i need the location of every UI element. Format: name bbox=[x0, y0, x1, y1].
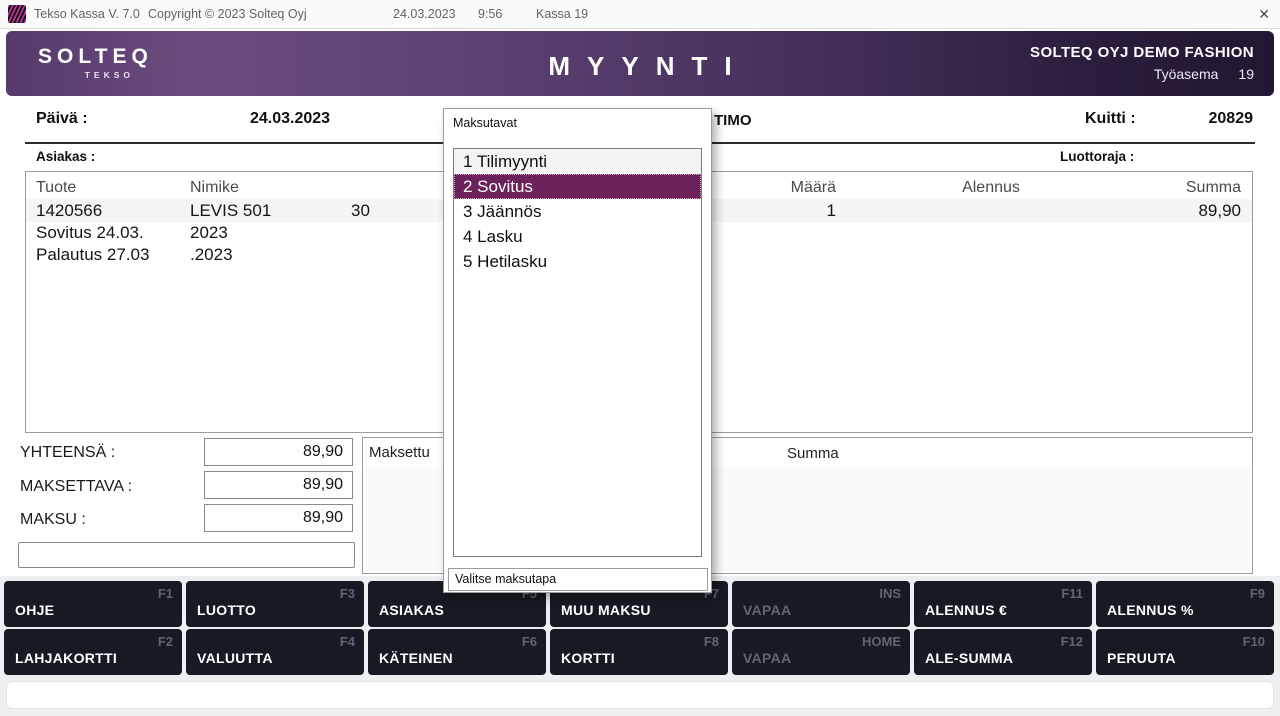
fkey-button-valuutta[interactable]: VALUUTTA F4 bbox=[186, 629, 364, 675]
total-label: YHTEENSÄ : bbox=[20, 444, 115, 462]
button-label: ALENNUS % bbox=[1107, 602, 1194, 618]
payment-method-list[interactable]: 1 Tilimyynti2 Sovitus3 Jäännös4 Lasku5 H… bbox=[453, 148, 702, 557]
logo-subtext: TEKSO bbox=[38, 70, 138, 80]
button-shortcut: F12 bbox=[1061, 634, 1083, 649]
table-row-tuote: 1420566 bbox=[36, 199, 102, 222]
logo-text: SOLTEQ bbox=[38, 45, 138, 69]
button-shortcut: F6 bbox=[522, 634, 537, 649]
button-shortcut: HOME bbox=[862, 634, 901, 649]
app-icon bbox=[8, 5, 26, 23]
button-label: VALUUTTA bbox=[197, 650, 273, 666]
customer-label: Asiakas : bbox=[36, 149, 95, 164]
workstation-info: Työasema 19 bbox=[1030, 66, 1254, 82]
app-title: Tekso Kassa V. 7.0 bbox=[34, 0, 140, 29]
button-shortcut: F8 bbox=[704, 634, 719, 649]
table-row-tuote: Sovitus 24.03. bbox=[36, 221, 144, 244]
button-label: OHJE bbox=[15, 602, 54, 618]
app-header: SOLTEQ TEKSO MYYNTI SOLTEQ OYJ DEMO FASH… bbox=[6, 31, 1274, 96]
button-shortcut: INS bbox=[879, 586, 901, 601]
date-label: Päivä : bbox=[36, 110, 88, 128]
button-label: KÄTEINEN bbox=[379, 650, 453, 666]
button-label: LAHJAKORTTI bbox=[15, 650, 117, 666]
paid-label: Maksettu bbox=[369, 444, 430, 461]
button-shortcut: F1 bbox=[158, 586, 173, 601]
table-row-nimike: 2023 bbox=[190, 221, 228, 244]
total-value-box[interactable]: 89,90 bbox=[204, 471, 353, 499]
pos-application-window: Tekso Kassa V. 7.0 Copyright © 2023 Solt… bbox=[0, 0, 1280, 716]
button-shortcut: F4 bbox=[340, 634, 355, 649]
workstation-number: 19 bbox=[1238, 66, 1254, 82]
total-value-box[interactable]: 89,90 bbox=[204, 438, 353, 466]
solteq-logo: SOLTEQ TEKSO bbox=[38, 45, 138, 80]
fkey-button-vapaa: VAPAA HOME bbox=[732, 629, 910, 675]
window-titlebar: Tekso Kassa V. 7.0 Copyright © 2023 Solt… bbox=[0, 0, 1280, 29]
button-shortcut: F9 bbox=[1250, 586, 1265, 601]
store-name: SOLTEQ OYJ DEMO FASHION bbox=[1030, 44, 1254, 61]
dialog-title: Maksutavat bbox=[453, 116, 517, 130]
close-icon[interactable]: ✕ bbox=[1258, 0, 1270, 29]
payment-methods-dialog: Maksutavat 1 Tilimyynti2 Sovitus3 Jäännö… bbox=[443, 108, 712, 593]
table-header-row-alennus: Alennus bbox=[901, 176, 1081, 199]
entry-input[interactable] bbox=[18, 542, 355, 568]
button-label: VAPAA bbox=[743, 602, 791, 618]
receipt-number: 20829 bbox=[1209, 110, 1254, 128]
total-label: MAKSETTAVA : bbox=[20, 478, 132, 496]
fkey-button-luotto[interactable]: LUOTTO F3 bbox=[186, 581, 364, 627]
button-shortcut: F10 bbox=[1243, 634, 1265, 649]
table-row-tuote: Palautus 27.03 bbox=[36, 243, 149, 266]
button-shortcut: F2 bbox=[158, 634, 173, 649]
button-shortcut: F3 bbox=[340, 586, 355, 601]
table-row-summa: 89,90 bbox=[1084, 199, 1241, 222]
payment-method-item[interactable]: 5 Hetilasku bbox=[454, 249, 701, 274]
payment-method-item[interactable]: 3 Jäännös bbox=[454, 199, 701, 224]
fkey-button-lahjakortti[interactable]: LAHJAKORTTI F2 bbox=[4, 629, 182, 675]
fkey-button-k-teinen[interactable]: KÄTEINEN F6 bbox=[368, 629, 546, 675]
store-info: SOLTEQ OYJ DEMO FASHION Työasema 19 bbox=[1030, 44, 1254, 82]
workstation-label: Työasema bbox=[1154, 66, 1219, 82]
fkey-button-alennus-[interactable]: ALENNUS % F9 bbox=[1096, 581, 1274, 627]
total-label: MAKSU : bbox=[20, 511, 86, 529]
function-key-bar: OHJEF1LUOTTOF3ASIAKASF5MUU MAKSUF7VAPAAI… bbox=[0, 576, 1280, 716]
table-row-nimike: .2023 bbox=[190, 243, 233, 266]
receipt-label: Kuitti : bbox=[1085, 110, 1136, 128]
register-number: Kassa 19 bbox=[536, 0, 588, 29]
paid-summa-header: Summa bbox=[787, 445, 839, 462]
fkey-button-ale-summa[interactable]: ALE-SUMMA F12 bbox=[914, 629, 1092, 675]
function-keys-grid: OHJEF1LUOTTOF3ASIAKASF5MUU MAKSUF7VAPAAI… bbox=[4, 581, 1274, 675]
table-header-row-tuote: Tuote bbox=[36, 176, 76, 199]
button-label: VAPAA bbox=[743, 650, 791, 666]
payment-method-item[interactable]: 1 Tilimyynti bbox=[454, 149, 701, 174]
copyright-text: Copyright © 2023 Solteq Oyj bbox=[148, 0, 307, 29]
button-label: PERUUTA bbox=[1107, 650, 1176, 666]
fkey-button-alennus-[interactable]: ALENNUS € F11 bbox=[914, 581, 1092, 627]
titlebar-time: 9:56 bbox=[478, 0, 502, 29]
total-value-box[interactable]: 89,90 bbox=[204, 504, 353, 532]
table-row-nimike: LEVIS 501 bbox=[190, 199, 271, 222]
command-input[interactable] bbox=[6, 681, 1274, 709]
page-title: MYYNTI bbox=[531, 51, 748, 82]
payment-method-item[interactable]: 2 Sovitus bbox=[454, 174, 701, 199]
fkey-button-ohje[interactable]: OHJE F1 bbox=[4, 581, 182, 627]
table-header-row-nimike: Nimike bbox=[190, 176, 239, 199]
button-label: MUU MAKSU bbox=[561, 602, 651, 618]
date-value: 24.03.2023 bbox=[250, 110, 330, 128]
button-label: ALENNUS € bbox=[925, 602, 1007, 618]
titlebar-date: 24.03.2023 bbox=[393, 0, 456, 29]
fkey-button-kortti[interactable]: KORTTI F8 bbox=[550, 629, 728, 675]
button-label: ALE-SUMMA bbox=[925, 650, 1013, 666]
button-shortcut: F11 bbox=[1061, 586, 1083, 601]
fkey-button-vapaa: VAPAA INS bbox=[732, 581, 910, 627]
payment-method-item[interactable]: 4 Lasku bbox=[454, 224, 701, 249]
table-header-row-summa: Summa bbox=[1084, 176, 1241, 199]
dialog-status-bar: Valitse maksutapa bbox=[448, 568, 708, 591]
credit-limit-label: Luottoraja : bbox=[1060, 149, 1134, 164]
seller-name: TIMO bbox=[714, 112, 752, 129]
button-label: ASIAKAS bbox=[379, 602, 444, 618]
button-label: KORTTI bbox=[561, 650, 615, 666]
button-label: LUOTTO bbox=[197, 602, 256, 618]
table-row-extra: 30 bbox=[351, 199, 370, 222]
fkey-button-peruuta[interactable]: PERUUTA F10 bbox=[1096, 629, 1274, 675]
